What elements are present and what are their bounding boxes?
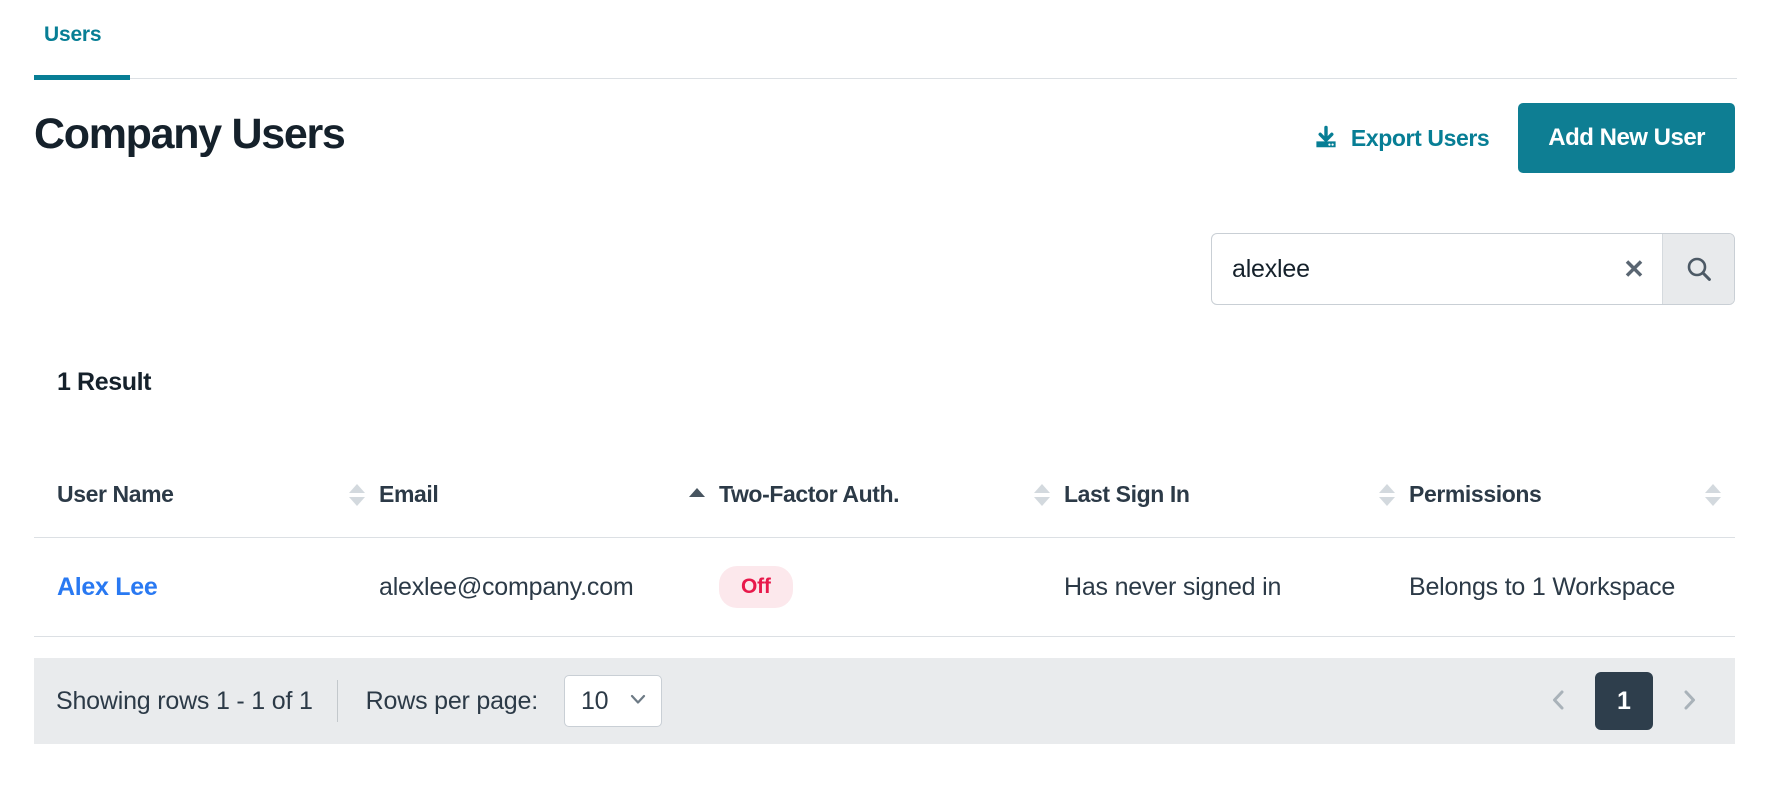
users-page: Users Company Users Export Users Add New… xyxy=(0,0,1771,791)
tab-bar: Users xyxy=(0,0,1771,80)
search-icon xyxy=(1685,255,1713,283)
pagination: 1 xyxy=(1539,672,1709,730)
close-icon: ✕ xyxy=(1623,254,1645,284)
column-header-two-factor-auth[interactable]: Two-Factor Auth. xyxy=(719,481,1064,508)
tab-bar-divider xyxy=(34,78,1737,79)
last-sign-in-text: Has never signed in xyxy=(1064,572,1282,601)
column-header-email[interactable]: Email xyxy=(379,481,719,508)
cell-two-factor-auth: Off xyxy=(719,566,1064,608)
previous-page-button[interactable] xyxy=(1539,679,1579,723)
search-submit-button[interactable] xyxy=(1662,234,1734,304)
table-row: Alex Lee alexlee@company.com Off Has nev… xyxy=(34,538,1735,637)
table-footer: Showing rows 1 - 1 of 1 Rows per page: 1… xyxy=(34,658,1735,744)
result-count: 1 Result xyxy=(57,368,152,396)
table-header-row: User Name Email Two-Factor Auth. Last Si… xyxy=(34,452,1735,538)
status-badge: Off xyxy=(719,566,793,608)
export-users-label: Export Users xyxy=(1350,124,1490,151)
users-table: User Name Email Two-Factor Auth. Last Si… xyxy=(34,452,1735,637)
search-box: ✕ xyxy=(1211,233,1735,305)
cell-user-name: Alex Lee xyxy=(34,573,379,602)
sort-toggle-two-factor-auth-icon[interactable] xyxy=(1034,483,1050,506)
showing-rows-text: Showing rows 1 - 1 of 1 xyxy=(56,686,313,715)
header-actions: Export Users Add New User xyxy=(1311,100,1735,176)
cell-last-sign-in: Has never signed in xyxy=(1064,573,1409,602)
rows-per-page-label: Rows per page: xyxy=(365,686,539,715)
column-header-user-name-label: User Name xyxy=(57,481,174,507)
footer-left-group: Showing rows 1 - 1 of 1 Rows per page: 1… xyxy=(56,675,1539,727)
column-header-permissions[interactable]: Permissions xyxy=(1409,481,1735,508)
tab-users-label: Users xyxy=(44,23,102,46)
sort-toggle-last-sign-in-icon[interactable] xyxy=(1379,483,1395,506)
column-header-user-name[interactable]: User Name xyxy=(34,481,379,508)
sort-ascending-email-icon[interactable] xyxy=(689,488,705,497)
column-header-last-sign-in-label: Last Sign In xyxy=(1064,481,1190,507)
rows-per-page-select[interactable]: 10 xyxy=(563,675,662,727)
page-number-button[interactable]: 1 xyxy=(1595,672,1653,730)
tab-users-active-indicator xyxy=(34,75,130,80)
sort-toggle-user-name-icon[interactable] xyxy=(349,483,365,506)
chevron-left-icon xyxy=(1547,688,1571,715)
column-header-two-factor-auth-label: Two-Factor Auth. xyxy=(719,481,900,507)
column-header-last-sign-in[interactable]: Last Sign In xyxy=(1064,481,1409,508)
user-name-link[interactable]: Alex Lee xyxy=(57,573,158,602)
column-header-permissions-label: Permissions xyxy=(1409,481,1542,507)
download-icon xyxy=(1313,125,1339,151)
page-header: Company Users Export Users Add New User xyxy=(34,100,1735,176)
cell-email: alexlee@company.com xyxy=(379,573,719,602)
add-new-user-label: Add New User xyxy=(1548,124,1705,151)
chevron-down-icon xyxy=(627,688,649,715)
add-new-user-button[interactable]: Add New User xyxy=(1518,103,1735,173)
email-text: alexlee@company.com xyxy=(379,572,634,601)
chevron-right-icon xyxy=(1677,688,1701,715)
cell-permissions: Belongs to 1 Workspace xyxy=(1409,573,1735,602)
search-input[interactable] xyxy=(1212,234,1606,304)
page-title: Company Users xyxy=(34,110,346,158)
permissions-text: Belongs to 1 Workspace xyxy=(1409,572,1676,601)
next-page-button[interactable] xyxy=(1669,679,1709,723)
tab-users[interactable]: Users xyxy=(34,22,109,80)
clear-search-button[interactable]: ✕ xyxy=(1606,234,1662,304)
footer-divider xyxy=(336,680,338,722)
rows-per-page-value: 10 xyxy=(580,686,609,715)
column-header-email-label: Email xyxy=(379,481,439,507)
export-users-button[interactable]: Export Users xyxy=(1311,119,1491,158)
sort-toggle-permissions-icon[interactable] xyxy=(1705,483,1721,506)
